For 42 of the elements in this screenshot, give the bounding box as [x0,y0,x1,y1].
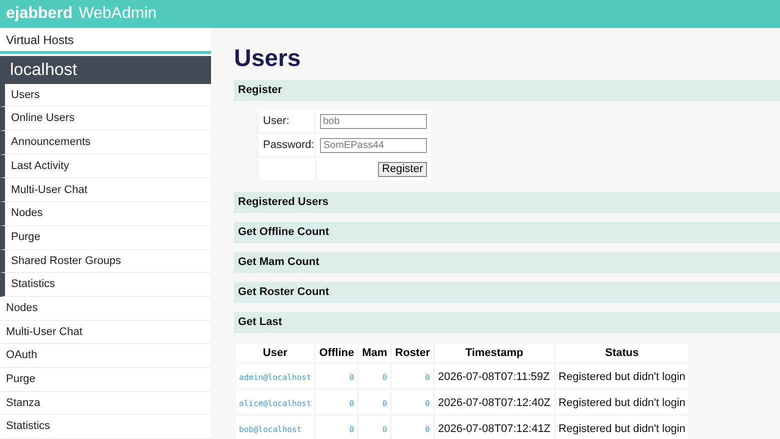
app-title: WebAdmin [78,4,157,24]
logo: ejabberd [6,4,73,24]
sidebar-link[interactable]: Multi-User Chat [11,182,88,198]
field-label: User: [259,110,314,132]
sidebar-link[interactable]: Announcements [11,134,90,151]
sidebar-link[interactable]: Last Activity [11,158,70,174]
sidebar-link[interactable]: Nodes [11,205,43,222]
sidebar-link[interactable]: OAuth [6,347,38,364]
sidebar-link[interactable]: Stanza [6,394,40,412]
table-cell: Registered but didn't login [558,397,686,409]
sidebar-link[interactable]: Online Users [11,110,75,127]
input-field[interactable]: bob [320,114,427,128]
page-title: Users [234,44,302,74]
sidebar-link[interactable]: Purge [6,371,36,388]
column-header: User [236,344,314,362]
column-header: Timestamp [435,344,554,362]
section-link[interactable]: Get Roster Count [238,284,330,301]
section-link[interactable]: Get Last [238,314,282,331]
table-cell: Registered but didn't login [558,371,686,383]
table-cell: Registered but didn't login [558,423,686,435]
sidebar-link[interactable]: Multi-User Chat [6,324,82,340]
sidebar-link[interactable]: Statistics [6,418,50,435]
table-cell: 2026-07-08T07:11:59Z [438,371,550,383]
section-link[interactable]: Register [238,82,282,99]
table-cell: 2026-07-08T07:12:40Z [438,397,551,409]
column-header: Roster [392,344,433,362]
sidebar-link[interactable]: Shared Roster Groups [11,252,122,270]
section-link[interactable]: Registered Users [238,194,328,211]
table-cell: 2026-07-08T07:12:41Z [438,423,551,435]
column-header: Mam [359,344,390,362]
section-link[interactable]: Get Mam Count [238,254,320,271]
input-field[interactable]: SomEPass44 [320,138,428,152]
sidebar-link[interactable]: Users [11,86,40,104]
field-label: Password: [259,134,314,156]
column-header: Status [556,344,688,362]
section-link[interactable]: Get Offline Count [238,224,330,241]
sidebar-link[interactable]: Nodes [6,300,38,316]
sidebar-link[interactable]: Virtual Hosts [6,30,74,49]
register-button[interactable]: Register [378,162,427,176]
sidebar-link[interactable]: Purge [11,228,40,246]
column-header: Offline [316,344,358,362]
sidebar-link[interactable]: Statistics [11,276,56,293]
